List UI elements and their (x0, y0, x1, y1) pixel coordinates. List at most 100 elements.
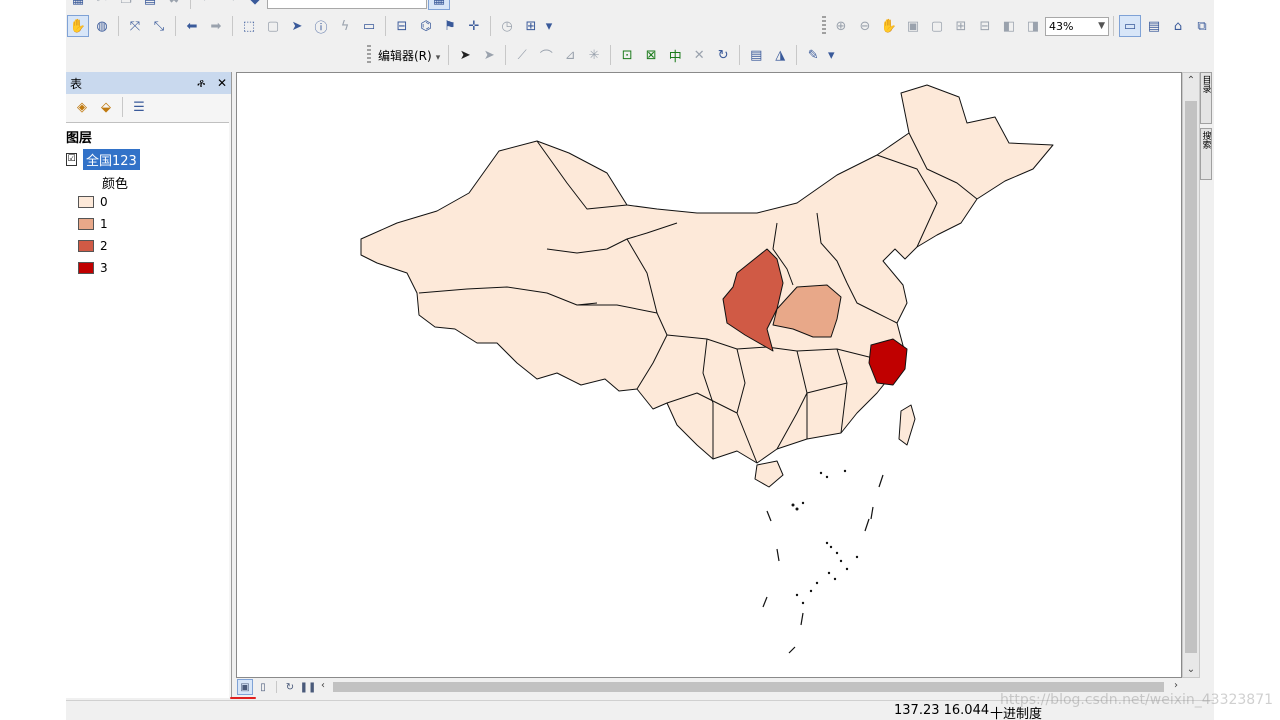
measure-icon[interactable]: ⊟ (391, 15, 413, 37)
full-extent-globe-icon[interactable]: ◍ (91, 15, 113, 37)
scroll-thumb[interactable] (333, 682, 1164, 692)
attributes-icon[interactable]: ▤ (745, 44, 767, 66)
pan-hand-icon[interactable]: ✋ (67, 15, 89, 37)
sketch-properties-icon[interactable]: ◮ (769, 44, 791, 66)
layout-zoom-in-icon[interactable]: ⊕ (830, 15, 852, 37)
toc-title-bar: 表 ቶ ✕ (66, 72, 231, 94)
back-arrow-icon[interactable]: ⬅ (181, 15, 203, 37)
delete-icon[interactable]: ✖ (163, 0, 185, 10)
focus-data-frame-icon[interactable]: ▤ (1143, 15, 1165, 37)
add-data-icon[interactable]: ◆ (244, 0, 266, 10)
toggle-draft-mode-icon[interactable]: ▭ (1119, 15, 1141, 37)
clear-selection-icon[interactable]: ▢ (262, 15, 284, 37)
legend-item[interactable]: 2 (78, 239, 108, 253)
nine-dash-line (762, 474, 884, 654)
fixed-zoom-in-layout-icon[interactable]: ⊞ (950, 15, 972, 37)
annotation-underline (230, 697, 256, 699)
chevron-down-icon[interactable]: ⌄ (1183, 664, 1199, 675)
legend-swatch (78, 196, 94, 208)
cut-icon[interactable]: ✂ (91, 0, 113, 10)
hyperlink-icon[interactable]: ϟ (334, 15, 356, 37)
create-viewer-icon[interactable]: ⊞ (520, 15, 542, 37)
map-vertical-scrollbar[interactable]: ⌃ ⌄ (1182, 72, 1200, 678)
list-by-drawing-order-icon[interactable]: ◈ (71, 96, 93, 118)
create-features-icon[interactable]: ✎ (802, 44, 824, 66)
reshape-feature-icon[interactable]: ⊠ (640, 44, 662, 66)
redo-icon[interactable]: ↷ (220, 0, 242, 10)
separator (490, 16, 491, 36)
edit-tool-icon[interactable]: ➤ (454, 44, 476, 66)
time-slider-icon[interactable]: ◷ (496, 15, 518, 37)
layer-name[interactable]: 全国123 (83, 149, 140, 170)
change-layout-icon[interactable]: ⌂ (1167, 15, 1189, 37)
toolbar-grip[interactable] (822, 16, 826, 36)
legend-item[interactable]: 3 (78, 261, 108, 275)
end-point-arc-icon[interactable]: ⌒ (535, 44, 557, 66)
editor-menu[interactable]: 编辑器(R) ▾ (378, 47, 440, 64)
edit-annotation-icon[interactable]: ➤ (478, 44, 500, 66)
chevron-right-icon[interactable]: › (1174, 680, 1178, 691)
fixed-zoom-out-layout-icon[interactable]: ⊟ (974, 15, 996, 37)
undo-icon[interactable]: ↶ (196, 0, 218, 10)
copy-icon[interactable]: ❐ (115, 0, 137, 10)
zoom-100-icon[interactable]: ▢ (926, 15, 948, 37)
layout-view-button[interactable]: ▯ (255, 679, 271, 695)
print-icon[interactable]: ▦ (67, 0, 89, 10)
layout-zoom-out-icon[interactable]: ⊖ (854, 15, 876, 37)
previous-extent-layout-icon[interactable]: ◧ (998, 15, 1020, 37)
fixed-zoom-out-icon[interactable]: ⤡ (148, 15, 170, 37)
paste-icon[interactable]: ▤ (139, 0, 161, 10)
toolbar-options-icon[interactable]: ▾ (544, 15, 554, 37)
legend-label: 2 (100, 239, 108, 253)
find-binoculars-icon[interactable]: ⌬ (415, 15, 437, 37)
toolbar-grip[interactable] (367, 45, 371, 65)
toolbar-options-icon[interactable]: ▾ (826, 44, 836, 66)
select-elements-icon[interactable]: ➤ (286, 15, 308, 37)
close-icon[interactable]: ✕ (217, 76, 227, 90)
split-tool-icon[interactable]: ✳ (583, 44, 605, 66)
legend-swatch (78, 262, 94, 274)
data-view-button[interactable]: ▣ (237, 679, 253, 695)
straight-segment-icon[interactable]: ⟋ (511, 44, 533, 66)
catalog-tab[interactable]: 目录 (1200, 72, 1212, 124)
legend-item[interactable]: 1 (78, 217, 108, 231)
zoom-percent-select[interactable]: 43% ▼ (1045, 16, 1109, 36)
identify-icon[interactable]: ⓘ (310, 15, 332, 37)
editor-toolbar-icon[interactable]: ▦ (428, 0, 450, 10)
select-features-icon[interactable]: ⬚ (238, 15, 260, 37)
cut-polygons-icon[interactable]: 中 (664, 44, 686, 66)
legend-item[interactable]: 0 (78, 195, 108, 209)
layer-row[interactable]: ☑ 全国123 (66, 149, 140, 170)
fixed-zoom-in-icon[interactable]: ⤧ (124, 15, 146, 37)
map-display[interactable] (236, 72, 1182, 678)
china-province-map[interactable] (237, 73, 1181, 677)
refresh-icon[interactable]: ↻ (282, 679, 298, 695)
layers-root-label[interactable]: 图层 (66, 127, 92, 146)
layer-visibility-checkbox[interactable]: ☑ (66, 153, 77, 166)
go-to-xy-icon[interactable]: ✛ (463, 15, 485, 37)
layout-pan-icon[interactable]: ✋ (878, 15, 900, 37)
province-hainan (754, 460, 784, 488)
data-driven-pages-icon[interactable]: ⧉ (1191, 15, 1213, 37)
next-extent-layout-icon[interactable]: ◨ (1022, 15, 1044, 37)
chevron-left-icon[interactable]: ‹ (321, 680, 325, 691)
zoom-whole-page-icon[interactable]: ▣ (902, 15, 924, 37)
forward-arrow-icon[interactable]: ➡ (205, 15, 227, 37)
pause-drawing-icon[interactable]: ❚❚ (300, 679, 317, 695)
chevron-up-icon[interactable]: ⌃ (1183, 75, 1199, 86)
separator (232, 16, 233, 36)
map-scale-box[interactable] (267, 0, 427, 9)
province-taiwan (898, 404, 916, 446)
search-tab[interactable]: 搜索 (1200, 128, 1212, 180)
html-popup-icon[interactable]: ▭ (358, 15, 380, 37)
pin-icon[interactable]: ቶ (197, 76, 205, 90)
split-icon[interactable]: ✕ (688, 44, 710, 66)
rotate-icon[interactable]: ↻ (712, 44, 734, 66)
list-by-source-icon[interactable]: ⬙ (95, 96, 117, 118)
island-markers (791, 469, 859, 605)
scroll-thumb[interactable] (1185, 101, 1197, 653)
construction-tools-icon[interactable]: ⊿ (559, 44, 581, 66)
find-route-icon[interactable]: ⚑ (439, 15, 461, 37)
toc-options-icon[interactable]: ☰ (128, 96, 150, 118)
edit-vertices-icon[interactable]: ⊡ (616, 44, 638, 66)
